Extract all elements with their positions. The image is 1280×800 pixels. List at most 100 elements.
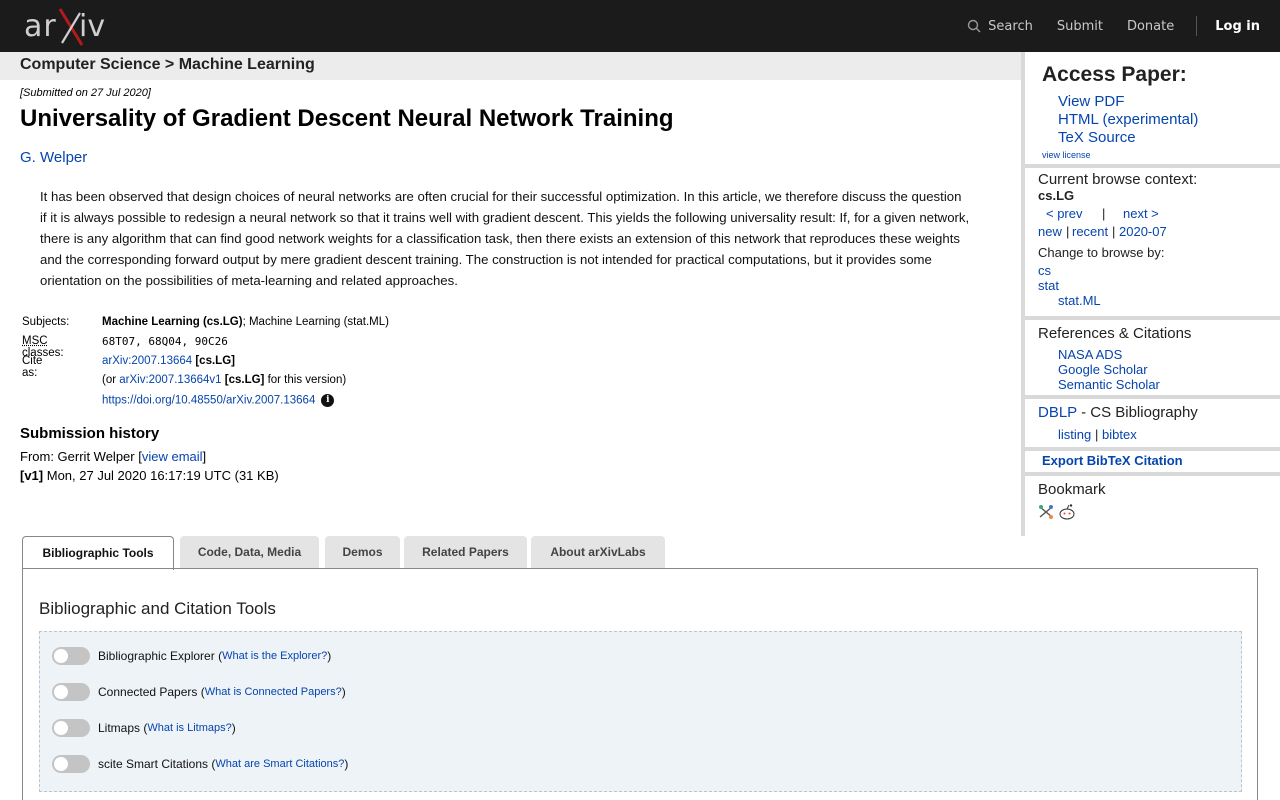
sidebar-separator [1025, 316, 1280, 320]
tool-label: Bibliographic Explorer [98, 649, 215, 663]
recent-month-divider: | [1112, 224, 1115, 239]
search-link[interactable]: Search [967, 19, 1033, 34]
toggle-switch[interactable] [52, 683, 90, 701]
search-label: Search [988, 19, 1033, 34]
semantic-scholar-link[interactable]: Semantic Scholar [1058, 377, 1160, 392]
paper-title: Universality of Gradient Descent Neural … [20, 105, 674, 133]
tab-bibliographic-tools[interactable]: Bibliographic Tools [22, 536, 174, 570]
tab-panel: Bibliographic and Citation Tools Bibliog… [22, 568, 1258, 800]
toggle-switch[interactable] [52, 647, 90, 665]
prev-next-divider: | [1102, 206, 1105, 221]
nasa-ads-link[interactable]: NASA ADS [1058, 347, 1122, 362]
tool-label: Litmaps [98, 721, 140, 735]
dblp-listing-link[interactable]: listing [1058, 427, 1091, 442]
sidebar-separator [1025, 447, 1280, 451]
view-license-link[interactable]: view license [1042, 150, 1091, 160]
breadcrumb: Computer Science > Machine Learning [0, 52, 1021, 80]
panel-title: Bibliographic and Citation Tools [39, 599, 276, 619]
next-link[interactable]: next > [1123, 206, 1159, 221]
tool-label: scite Smart Citations [98, 757, 208, 771]
sidebar-separator [1025, 164, 1280, 168]
search-icon [967, 19, 981, 33]
dblp-bibtex-link[interactable]: bibtex [1102, 427, 1137, 442]
doi-link[interactable]: https://doi.org/10.48550/arXiv.2007.1366… [102, 395, 315, 407]
submission-history-title: Submission history [20, 425, 159, 442]
cite-version-suffix: for this version) [264, 374, 346, 386]
cite-id-link[interactable]: arXiv:2007.13664 [102, 355, 192, 367]
dblp-rest: - CS Bibliography [1077, 404, 1198, 421]
browse-statml-link[interactable]: stat.ML [1058, 293, 1101, 308]
tex-source-link[interactable]: TeX Source [1058, 129, 1136, 146]
tool-scite: scite Smart Citations (What are Smart Ci… [52, 754, 348, 774]
primary-subject: Machine Learning (cs.LG) [102, 316, 243, 328]
view-pdf-link[interactable]: View PDF [1058, 93, 1124, 110]
prev-link[interactable]: < prev [1046, 206, 1083, 221]
info-icon[interactable]: i [321, 394, 334, 407]
cite-or-prefix: (or [102, 374, 119, 386]
svg-text:iv: iv [79, 9, 105, 44]
html-link[interactable]: HTML (experimental) [1058, 111, 1198, 128]
author-link[interactable]: G. Welper [20, 149, 87, 166]
browse-cs-link[interactable]: cs [1038, 263, 1051, 278]
cite-value: arXiv:2007.13664 [cs.LG] [102, 355, 235, 367]
login-link[interactable]: Log in [1215, 19, 1260, 34]
month-link[interactable]: 2020-07 [1119, 224, 1167, 239]
subjects-value: Machine Learning (cs.LG); Machine Learni… [102, 316, 389, 328]
cite-version-category: [cs.LG] [222, 374, 265, 386]
toggle-switch[interactable] [52, 755, 90, 773]
dblp-link[interactable]: DBLP [1038, 404, 1077, 421]
sidebar: Access Paper: View PDF HTML (experimenta… [1021, 52, 1280, 536]
from-text: From: Gerrit Welper [ [20, 449, 142, 464]
cite-version-link[interactable]: arXiv:2007.13664v1 [119, 374, 221, 386]
view-email-link[interactable]: view email [142, 449, 203, 464]
browse-context-title: Current browse context: [1038, 171, 1197, 188]
new-recent-divider: | [1066, 224, 1069, 239]
breadcrumb-text[interactable]: Computer Science > Machine Learning [20, 56, 315, 74]
dblp-heading: DBLP - CS Bibliography [1038, 404, 1198, 421]
tool-bibliographic-explorer: Bibliographic Explorer (What is the Expl… [52, 646, 331, 666]
cite-version-value: (or arXiv:2007.13664v1 [cs.LG] for this … [102, 374, 346, 386]
tools-box: Bibliographic Explorer (What is the Expl… [39, 631, 1242, 792]
tab-demos[interactable]: Demos [325, 536, 400, 568]
submit-link[interactable]: Submit [1057, 19, 1103, 34]
bibsonomy-icon[interactable] [1038, 504, 1054, 520]
donate-link[interactable]: Donate [1127, 19, 1174, 34]
tab-about-arxivlabs[interactable]: About arXivLabs [531, 536, 665, 568]
new-link[interactable]: new [1038, 224, 1062, 239]
doi-value: https://doi.org/10.48550/arXiv.2007.1366… [102, 394, 334, 407]
tool-help-link[interactable]: What is the Explorer? [222, 650, 327, 662]
toggle-switch[interactable] [52, 719, 90, 737]
tool-help-link[interactable]: What is Litmaps? [147, 722, 231, 734]
svg-text:ar: ar [24, 9, 57, 44]
export-bibtex-link[interactable]: Export BibTeX Citation [1042, 453, 1183, 468]
v1-tag[interactable]: [v1] [20, 468, 43, 483]
submission-from: From: Gerrit Welper [view email] [20, 449, 206, 464]
tab-related-papers[interactable]: Related Papers [404, 536, 527, 568]
version-v1: [v1] Mon, 27 Jul 2020 16:17:19 UTC (31 K… [20, 468, 279, 483]
arxiv-logo[interactable]: ar iv [24, 7, 112, 47]
tab-code-data-media[interactable]: Code, Data, Media [180, 536, 319, 568]
abstract: It has been observed that design choices… [40, 186, 970, 291]
tool-help-link[interactable]: What is Connected Papers? [205, 686, 342, 698]
from-close: ] [203, 449, 207, 464]
recent-link[interactable]: recent [1072, 224, 1108, 239]
msc-value: 68T07, 68Q04, 90C26 [102, 335, 228, 348]
cite-category: [cs.LG] [192, 355, 235, 367]
tool-connected-papers: Connected Papers (What is Connected Pape… [52, 682, 346, 702]
msc-abbr: MSC [22, 335, 48, 347]
subjects-label: Subjects: [22, 316, 69, 328]
tool-help-link[interactable]: What are Smart Citations? [215, 758, 344, 770]
tool-litmaps: Litmaps (What is Litmaps?) [52, 718, 236, 738]
top-nav-links: Search Submit Donate Log in [943, 0, 1260, 52]
google-scholar-link[interactable]: Google Scholar [1058, 362, 1148, 377]
listing-bibtex-divider: | [1095, 427, 1098, 442]
browse-stat-link[interactable]: stat [1038, 278, 1059, 293]
bookmark-title: Bookmark [1038, 481, 1106, 498]
reddit-icon[interactable] [1058, 503, 1076, 521]
browse-context-value: cs.LG [1038, 188, 1074, 203]
nav-divider [1196, 16, 1197, 36]
references-title: References & Citations [1038, 325, 1191, 342]
sidebar-separator [1025, 472, 1280, 476]
sidebar-separator [1025, 395, 1280, 399]
submission-date: [Submitted on 27 Jul 2020] [20, 87, 151, 99]
